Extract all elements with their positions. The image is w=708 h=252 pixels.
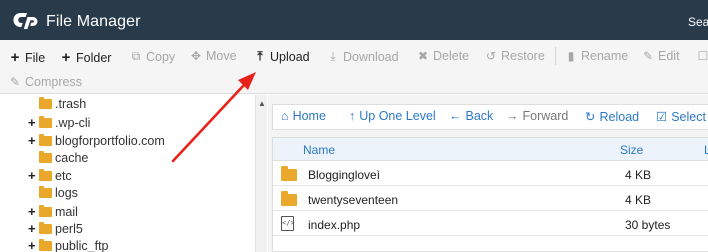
annotation-arrow-icon [171,72,256,163]
